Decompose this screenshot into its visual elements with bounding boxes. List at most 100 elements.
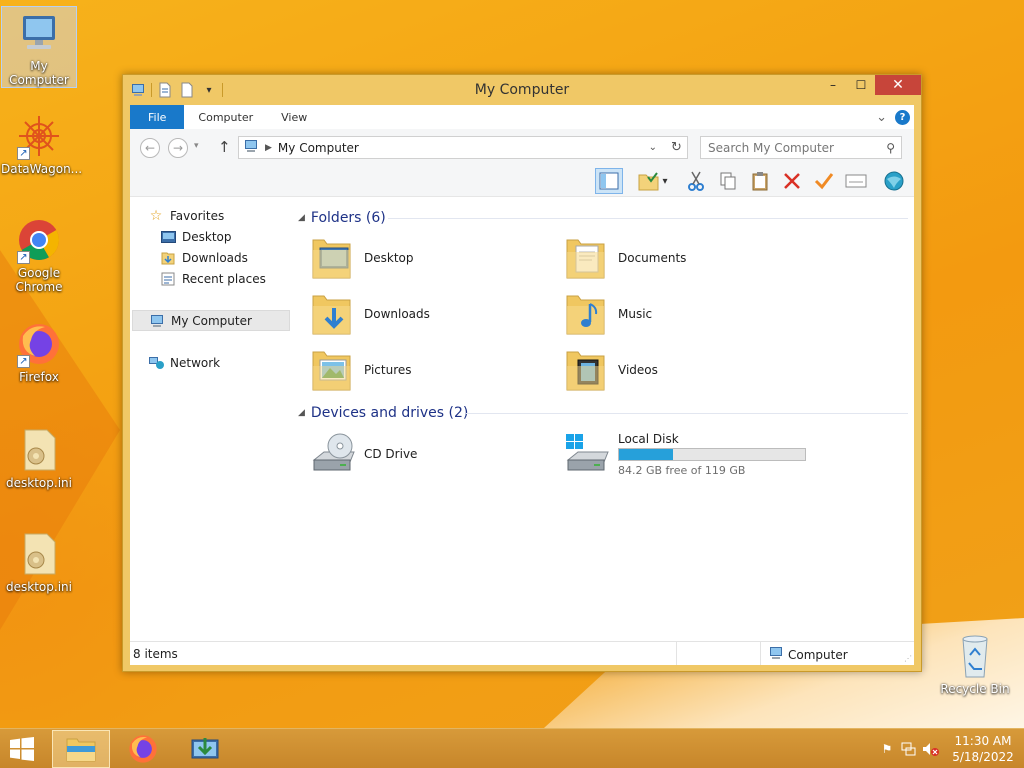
taskbar-firefox[interactable]: [114, 730, 172, 768]
drive-cd[interactable]: CD Drive: [310, 429, 417, 479]
firefox-icon: [129, 735, 157, 763]
desktop-icon-my-computer[interactable]: My Computer: [1, 6, 77, 88]
recent-places-icon: [160, 272, 176, 286]
navigation-pane: ☆ Favorites Desktop Downloads Recent pla…: [130, 197, 292, 641]
tab-computer[interactable]: Computer: [184, 105, 267, 129]
globe-button[interactable]: [880, 168, 908, 194]
layout-icon: [599, 172, 619, 190]
folder-videos[interactable]: Videos: [564, 345, 658, 395]
shortcut-arrow-icon: ↗: [17, 355, 30, 368]
delete-button[interactable]: [778, 168, 806, 194]
search-input[interactable]: Search My Computer ⚲: [700, 136, 902, 159]
desktop-folder-icon: [310, 234, 358, 282]
copy-icon: [720, 172, 736, 190]
email-button[interactable]: [842, 168, 870, 194]
nav-network[interactable]: Network: [148, 352, 306, 373]
resize-grip-icon[interactable]: ⋰: [904, 654, 912, 663]
window-title: My Computer: [474, 82, 570, 98]
desktop-icon-recycle-bin[interactable]: Recycle Bin: [937, 630, 1013, 696]
documents-folder-icon: [564, 234, 612, 282]
nav-recent-places[interactable]: Recent places: [160, 268, 318, 289]
action-center-flag-icon[interactable]: ⚑: [876, 739, 898, 759]
minimize-button[interactable]: –: [819, 75, 847, 95]
taskbar-app[interactable]: [176, 730, 234, 768]
folder-pictures[interactable]: Pictures: [310, 345, 412, 395]
checkmark-icon: [814, 173, 834, 190]
taskbar-file-explorer[interactable]: [52, 730, 110, 768]
volume-muted-icon[interactable]: [920, 739, 942, 759]
search-icon: ⚲: [886, 140, 895, 155]
nav-my-computer[interactable]: My Computer: [132, 310, 290, 331]
collapse-triangle-icon: ◢: [298, 408, 305, 418]
collapse-triangle-icon: ◢: [298, 213, 305, 223]
content-area: ← → ▾ ↑ ▶ My Computer ⌄ ↻ Search My Comp…: [130, 129, 914, 665]
settings-file-icon: [15, 426, 63, 474]
nav-downloads[interactable]: Downloads: [160, 247, 318, 268]
drive-local-disk[interactable]: Local Disk 84.2 GB free of 119 GB: [564, 429, 806, 479]
breadcrumb-chevron-icon[interactable]: ▶: [265, 143, 272, 153]
desktop-icon-desktop-ini-1[interactable]: desktop.ini: [1, 424, 77, 490]
desktop-icon-label: desktop.ini: [6, 476, 72, 490]
close-button[interactable]: ✕: [875, 75, 921, 95]
folder-check-icon: [638, 172, 659, 191]
firefox-icon: ↗: [15, 320, 63, 368]
desktop-small-icon: [160, 230, 176, 244]
taskbar-clock[interactable]: 11:30 AM 5/18/2022: [942, 733, 1024, 765]
forward-button[interactable]: →: [168, 138, 188, 158]
tab-file[interactable]: File: [130, 105, 185, 129]
group-divider: [388, 209, 908, 227]
desktop-icon-google-chrome[interactable]: ↗ Google Chrome: [1, 214, 77, 294]
nav-favorites[interactable]: ☆ Favorites: [148, 205, 306, 226]
cut-button[interactable]: [682, 168, 710, 194]
expand-ribbon-icon[interactable]: ⌄: [876, 110, 887, 125]
star-icon: ☆: [149, 207, 163, 224]
computer-small-icon: [149, 314, 165, 328]
windows-logo-icon: [10, 737, 34, 761]
desktop-icon-datawagon[interactable]: ↗ DataWagon...: [1, 110, 83, 176]
folder-documents[interactable]: Documents: [564, 233, 686, 283]
chrome-icon: ↗: [15, 216, 63, 264]
desktop-icon-desktop-ini-2[interactable]: desktop.ini: [1, 528, 77, 594]
recent-locations-dropdown[interactable]: ▾: [194, 141, 199, 151]
title-bar[interactable]: ▾ My Computer – ☐ ✕: [123, 75, 921, 105]
rename-button[interactable]: [810, 168, 838, 194]
preview-pane-button[interactable]: [595, 168, 623, 194]
network-status-icon[interactable]: [898, 739, 920, 759]
folder-downloads[interactable]: Downloads: [310, 289, 430, 339]
pictures-folder-icon: [310, 346, 358, 394]
desktop-icon-firefox[interactable]: ↗ Firefox: [1, 318, 77, 384]
shortcut-arrow-icon: ↗: [17, 251, 30, 264]
envelope-icon: [845, 174, 867, 188]
disk-usage-fill: [619, 448, 674, 460]
maximize-button[interactable]: ☐: [847, 75, 875, 95]
properties-dropdown-icon[interactable]: ▾: [658, 168, 672, 194]
settings-file-icon: [15, 530, 63, 578]
address-dropdown-icon[interactable]: ⌄: [643, 142, 663, 153]
file-explorer-icon: [66, 738, 96, 762]
item-count: 8 items: [133, 647, 178, 661]
up-button[interactable]: ↑: [218, 138, 231, 156]
nav-desktop[interactable]: Desktop: [160, 226, 318, 247]
scissors-icon: [688, 171, 704, 191]
help-icon[interactable]: ?: [895, 109, 910, 125]
desktop-icon-label: desktop.ini: [6, 580, 72, 594]
tab-view[interactable]: View: [267, 105, 321, 129]
computer-small-icon: [243, 139, 259, 156]
folder-music[interactable]: Music: [564, 289, 652, 339]
copy-button[interactable]: [714, 168, 742, 194]
refresh-button[interactable]: ↻: [666, 136, 688, 159]
desktop-icon-label: DataWagon...: [1, 162, 83, 176]
folders-group-header[interactable]: ◢ Folders (6): [298, 209, 386, 227]
address-bar[interactable]: ▶ My Computer ⌄: [238, 136, 686, 159]
breadcrumb-my-computer[interactable]: My Computer: [278, 141, 359, 155]
clock-time: 11:30 AM: [954, 734, 1012, 748]
devices-group-header[interactable]: ◢ Devices and drives (2): [298, 404, 468, 422]
paste-button[interactable]: [746, 168, 774, 194]
toolbar: ▾: [130, 165, 914, 197]
network-icon: [148, 356, 164, 370]
downloads-folder-icon: [310, 290, 358, 338]
main-content: ◢ Folders (6) Desktop Documents Download…: [296, 197, 914, 641]
start-button[interactable]: [8, 736, 38, 762]
back-button[interactable]: ←: [140, 138, 160, 158]
folder-desktop[interactable]: Desktop: [310, 233, 414, 283]
